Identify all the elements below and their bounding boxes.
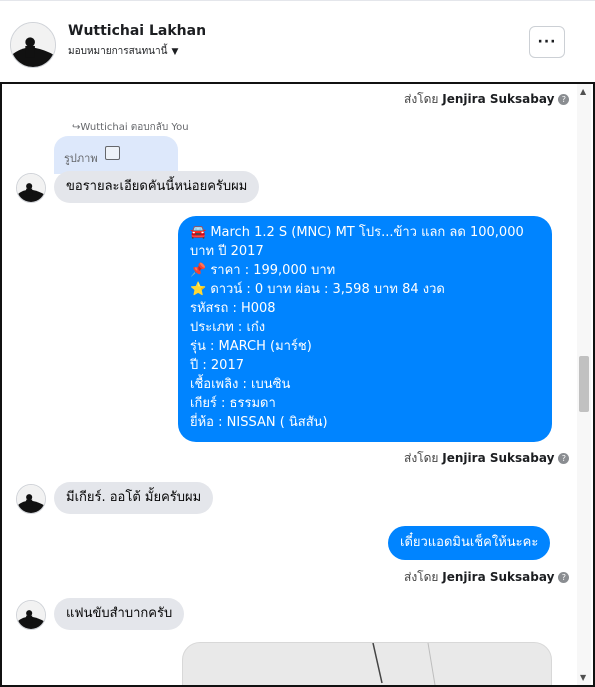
scrollbar-thumb[interactable] <box>579 356 589 412</box>
incoming-message[interactable]: ขอรายละเอียดคันนี้หน่อยครับผม <box>54 171 260 203</box>
more-button[interactable]: ··· <box>529 26 565 58</box>
contact-name[interactable]: Wuttichai Lakhan <box>68 23 206 39</box>
outgoing-message[interactable]: 🚘 March 1.2 S (MNC) MT โปร...ข้าว แลก ลด… <box>178 216 552 442</box>
message-line: รุ่น : MARCH (มาร์ช) <box>190 339 312 354</box>
scrollbar[interactable]: ▲ ▼ <box>577 84 591 685</box>
message-line: 🚘 March 1.2 S (MNC) MT โปร...ข้าว แลก ลด… <box>190 225 524 240</box>
message-line: ประเภท : เก๋ง <box>190 320 266 335</box>
message-line: ยี่ห้อ : NISSAN ( นิสสัน) <box>190 415 328 430</box>
sent-prefix: ส่งโดย <box>404 92 439 106</box>
image-icon <box>105 146 120 160</box>
caret-down-icon: ▼ <box>171 46 179 57</box>
reply-note: ↪Wuttichai ตอบกลับ You <box>72 122 189 133</box>
more-icon: ··· <box>537 34 557 50</box>
sent-prefix: ส่งโดย <box>404 451 439 465</box>
avatar[interactable] <box>16 484 46 514</box>
assign-label: มอบหมายการสนทนานี้ <box>68 46 168 57</box>
message-line: ⭐ ดาวน์ : 0 บาท ผ่อน : 3,598 บาท 84 งวด <box>190 282 445 297</box>
message-line: 📌 ราคา : 199,000 บาท <box>190 263 336 278</box>
outgoing-message[interactable]: เดี๋ยวแอดมินเช็คให้นะคะ <box>388 526 551 560</box>
sent-by-label: ส่งโดย Jenjira Suksabay? <box>404 568 570 587</box>
message-line: เกียร์ : ธรรมดา <box>190 396 276 411</box>
conversation-header: Wuttichai Lakhan มอบหมายการสนทนานี้ ▼ ··… <box>0 0 595 83</box>
scroll-down-icon[interactable]: ▼ <box>580 673 586 682</box>
reply-note-text: Wuttichai ตอบกลับ You <box>80 122 189 133</box>
sent-prefix: ส่งโดย <box>404 570 439 584</box>
message-line: เชื้อเพลิง : เบนซิน <box>190 377 291 392</box>
info-icon[interactable]: ? <box>558 94 570 105</box>
sent-by-label: ส่งโดย Jenjira Suksabay? <box>404 449 570 468</box>
image-placeholder-icon <box>372 643 436 685</box>
sender-name: Jenjira Suksabay <box>442 92 555 106</box>
incoming-message[interactable]: มีเกียร์. ออโต้ มั้ยครับผม <box>54 482 214 514</box>
avatar[interactable] <box>16 600 46 630</box>
avatar[interactable] <box>16 173 46 203</box>
message-line: บาท ปี 2017 <box>190 244 264 259</box>
sent-by-label: ส่งโดย Jenjira Suksabay? <box>404 90 570 109</box>
message-line: ปี : 2017 <box>190 358 244 373</box>
assign-conversation[interactable]: มอบหมายการสนทนานี้ ▼ <box>68 44 178 59</box>
sender-name: Jenjira Suksabay <box>442 570 555 584</box>
info-icon[interactable]: ? <box>558 453 570 464</box>
scroll-up-icon[interactable]: ▲ <box>580 87 586 96</box>
reply-preview-text: รูปภาพ <box>64 152 98 165</box>
image-attachment[interactable] <box>182 642 552 685</box>
reply-preview[interactable]: รูปภาพ <box>54 136 178 174</box>
message-list[interactable]: ส่งโดย Jenjira Suksabay? ↪Wuttichai ตอบก… <box>0 82 595 687</box>
sender-name: Jenjira Suksabay <box>442 451 555 465</box>
incoming-message[interactable]: แฟนขับสำบากครับ <box>54 598 185 630</box>
message-line: รหัสรถ : H008 <box>190 301 276 316</box>
info-icon[interactable]: ? <box>558 572 570 583</box>
avatar[interactable] <box>10 22 56 68</box>
